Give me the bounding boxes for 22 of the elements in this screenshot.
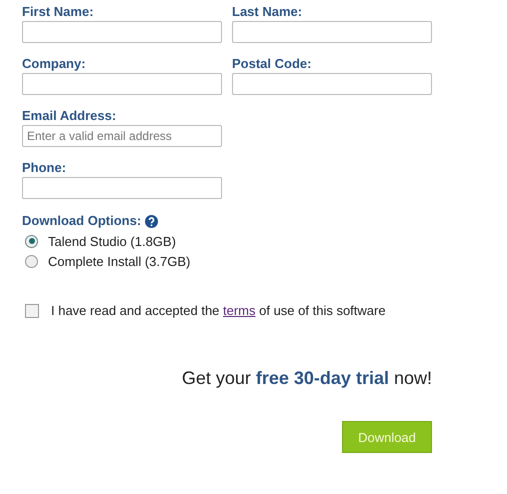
- option-label: Complete Install (3.7GB): [48, 254, 190, 268]
- field-label: Phone:: [22, 160, 68, 176]
- terms-text: I have read and accepted the terms of use of this software: [51, 303, 386, 318]
- option-label: Talend Studio (1.8GB): [48, 234, 176, 248]
- field-label: Last Name:: [232, 4, 304, 20]
- input-field[interactable]: [232, 21, 432, 43]
- input-field[interactable]: [22, 21, 222, 43]
- help-icon[interactable]: [145, 214, 158, 228]
- promo-text: Get your free 30-day trial now!: [182, 368, 432, 388]
- terms-link[interactable]: terms: [223, 303, 256, 318]
- input-field[interactable]: [22, 73, 222, 95]
- download-options-label: Download Options:: [22, 213, 142, 229]
- field-label: Company:: [22, 56, 87, 72]
- field-label: Postal Code:: [232, 56, 312, 72]
- radio-button[interactable]: [25, 254, 38, 268]
- input-field[interactable]: [22, 177, 222, 199]
- radio-button[interactable]: [25, 234, 38, 248]
- field-label: First Name:: [22, 4, 95, 20]
- checkbox[interactable]: [25, 304, 39, 318]
- field-label: Email Address:: [22, 108, 118, 124]
- input-field[interactable]: Enter a valid email address: [22, 125, 222, 147]
- input-field[interactable]: [232, 73, 432, 95]
